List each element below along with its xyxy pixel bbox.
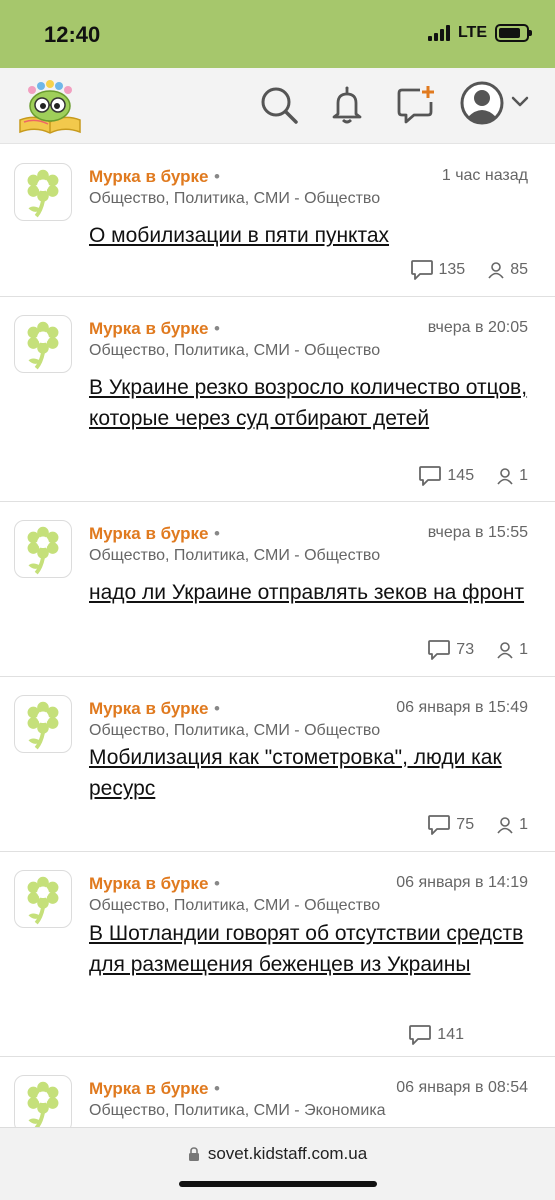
post-item[interactable]: Мурка в бурке • вчера в 15:55 Общество, … (0, 502, 555, 677)
post-time: 06 января в 14:19 (396, 874, 528, 891)
post-author[interactable]: Мурка в бурке (89, 874, 209, 894)
post-category[interactable]: Общество, Политика, СМИ - Общество (89, 722, 380, 740)
site-logo[interactable] (16, 76, 84, 136)
url-text: sovet.kidstaff.com.ua (207, 1144, 368, 1163)
app-header (0, 68, 555, 144)
comment-icon (428, 815, 451, 835)
signal-icon (427, 25, 450, 41)
post-item[interactable]: Мурка в бурке • 1 час назад Общество, По… (0, 145, 555, 297)
user-icon (497, 468, 513, 485)
post-item[interactable]: Мурка в бурке • 06 января в 15:49 Общест… (0, 677, 555, 852)
separator-dot: • (214, 319, 220, 338)
flower-avatar-icon[interactable] (14, 315, 72, 373)
comment-count: 73 (456, 641, 475, 658)
user-icon (497, 817, 513, 834)
comment-count: 141 (437, 1026, 464, 1043)
post-author[interactable]: Мурка в бурке (89, 699, 209, 719)
comment-icon (410, 260, 433, 280)
browser-bar: sovet.kidstaff.com.ua (0, 1127, 555, 1200)
comment-count: 75 (456, 816, 475, 833)
post-category[interactable]: Общество, Политика, СМИ - Общество (89, 342, 380, 360)
post-author[interactable]: Мурка в бурке (89, 167, 209, 187)
post-category[interactable]: Общество, Политика, СМИ - Общество (89, 897, 380, 915)
separator-dot: • (214, 524, 220, 543)
chevron-down-icon[interactable] (510, 94, 530, 110)
post-stats: 73 1 (427, 639, 528, 661)
comment-icon (409, 1025, 432, 1045)
post-category[interactable]: Общество, Политика, СМИ - Общество (89, 547, 380, 565)
post-time: 1 час назад (441, 167, 528, 184)
post-author[interactable]: Мурка в бурке (89, 524, 209, 544)
address-bar[interactable]: sovet.kidstaff.com.ua (0, 1144, 555, 1164)
user-avatar-icon[interactable] (460, 81, 504, 125)
search-icon[interactable] (258, 84, 300, 126)
lock-icon (188, 1146, 199, 1161)
post-title[interactable]: О мобилизации в пяти пунктах (89, 220, 529, 251)
post-feed: Мурка в бурке • 1 час назад Общество, По… (0, 145, 555, 1127)
post-title[interactable]: В Украине резко возросло количество отцо… (89, 372, 529, 434)
separator-dot: • (214, 874, 220, 893)
separator-dot: • (214, 167, 220, 186)
flower-avatar-icon[interactable] (14, 163, 72, 221)
post-time: вчера в 15:55 (427, 524, 528, 541)
post-stats: 135 85 (410, 259, 528, 281)
home-indicator[interactable] (179, 1181, 377, 1187)
comment-count: 145 (447, 467, 475, 484)
post-title[interactable]: Мобилизация как "стометровка", люди как … (89, 742, 529, 804)
compose-icon[interactable] (394, 84, 436, 126)
bell-icon[interactable] (326, 84, 368, 126)
post-stats: 141 (408, 1024, 528, 1046)
status-bar: 12:40 LTE (0, 0, 555, 68)
comment-icon (428, 640, 451, 660)
status-time: 12:40 (44, 22, 101, 47)
status-indicators: LTE (427, 24, 532, 42)
post-item[interactable]: Мурка в бурке • 06 января в 08:54 Общест… (0, 1057, 555, 1127)
comment-count: 135 (438, 261, 466, 278)
post-author[interactable]: Мурка в бурке (89, 1079, 209, 1099)
participant-count: 1 (519, 641, 528, 658)
post-time: вчера в 20:05 (427, 319, 528, 336)
post-time: 06 января в 15:49 (396, 699, 528, 716)
separator-dot: • (214, 699, 220, 718)
post-author[interactable]: Мурка в бурке (89, 319, 209, 339)
flower-avatar-icon[interactable] (14, 1075, 72, 1127)
user-icon (497, 642, 513, 659)
network-label: LTE (457, 24, 487, 41)
participant-count: 85 (510, 261, 528, 278)
participant-count: 1 (519, 467, 528, 484)
post-category[interactable]: Общество, Политика, СМИ - Экономика (89, 1102, 386, 1120)
post-item[interactable]: Мурка в бурке • 06 января в 14:19 Общест… (0, 852, 555, 1057)
separator-dot: • (214, 1079, 220, 1098)
post-stats: 145 1 (418, 465, 528, 487)
flower-avatar-icon[interactable] (14, 520, 72, 578)
post-title[interactable]: надо ли Украине отправлять зеков на фрон… (89, 577, 529, 608)
post-item[interactable]: Мурка в бурке • вчера в 20:05 Общество, … (0, 297, 555, 502)
flower-avatar-icon[interactable] (14, 695, 72, 753)
battery-icon (495, 24, 532, 42)
post-title[interactable]: В Шотландии говорят об отсутствии средст… (89, 918, 529, 980)
user-icon (488, 262, 504, 279)
participant-count: 1 (519, 816, 528, 833)
post-category[interactable]: Общество, Политика, СМИ - Общество (89, 190, 380, 208)
post-time: 06 января в 08:54 (396, 1079, 528, 1096)
flower-avatar-icon[interactable] (14, 870, 72, 928)
comment-icon (419, 466, 442, 486)
post-stats: 75 1 (427, 814, 528, 836)
